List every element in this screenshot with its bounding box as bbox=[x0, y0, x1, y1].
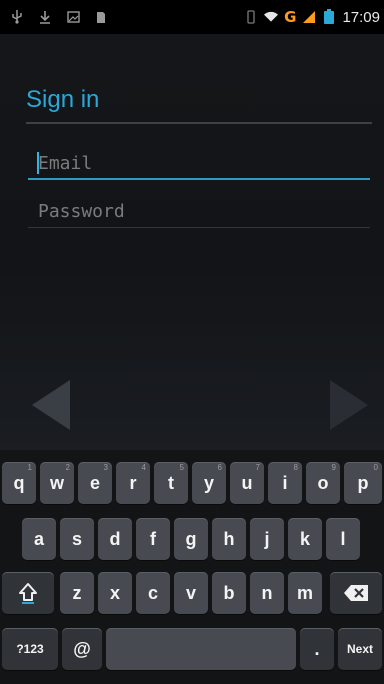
key-m[interactable]: m bbox=[288, 572, 322, 614]
key-hint: 3 bbox=[103, 463, 108, 472]
key-hint: 5 bbox=[179, 463, 184, 472]
next-key[interactable]: Next bbox=[338, 628, 382, 670]
key-s[interactable]: s bbox=[60, 518, 94, 560]
shift-key[interactable] bbox=[2, 572, 54, 614]
back-arrow-icon[interactable] bbox=[32, 380, 70, 430]
key-label: v bbox=[185, 582, 196, 603]
key-label: . bbox=[314, 638, 320, 659]
signal-icon bbox=[302, 10, 316, 24]
page-title: Sign in bbox=[26, 86, 100, 113]
key-label: k bbox=[299, 528, 310, 549]
key-label: u bbox=[241, 472, 253, 493]
password-underline bbox=[28, 227, 370, 228]
key-label: x bbox=[109, 582, 120, 603]
key-label: i bbox=[282, 472, 288, 493]
key-hint: 0 bbox=[373, 463, 378, 472]
soft-keyboard: q1 w2 e3 r4 t5 y6 u7 i8 o9 p0 a s d f g … bbox=[0, 450, 384, 684]
key-c[interactable]: c bbox=[136, 572, 170, 614]
battery-icon bbox=[322, 9, 336, 24]
key-label: b bbox=[223, 582, 235, 603]
key-label: a bbox=[33, 528, 44, 549]
key-label: f bbox=[150, 528, 156, 549]
key-v[interactable]: v bbox=[174, 572, 208, 614]
key-label: n bbox=[261, 582, 273, 603]
key-hint: 2 bbox=[65, 463, 70, 472]
key-label: j bbox=[264, 528, 270, 549]
key-o[interactable]: o9 bbox=[306, 462, 340, 504]
shift-icon bbox=[19, 583, 37, 604]
space-key[interactable] bbox=[106, 628, 296, 670]
key-label: q bbox=[13, 472, 25, 493]
text-cursor bbox=[37, 152, 39, 174]
key-label: g bbox=[185, 528, 197, 549]
key-j[interactable]: j bbox=[250, 518, 284, 560]
backspace-key[interactable] bbox=[330, 572, 382, 614]
key-a[interactable]: a bbox=[22, 518, 56, 560]
key-hint: 1 bbox=[27, 463, 32, 472]
key-label: d bbox=[109, 528, 121, 549]
key-d[interactable]: d bbox=[98, 518, 132, 560]
key-b[interactable]: b bbox=[212, 572, 246, 614]
key-label: o bbox=[317, 472, 329, 493]
key-label: e bbox=[89, 472, 100, 493]
usb-icon bbox=[10, 10, 24, 24]
key-t[interactable]: t5 bbox=[154, 462, 188, 504]
key-label: s bbox=[71, 528, 82, 549]
title-divider bbox=[26, 122, 372, 124]
image-icon bbox=[66, 10, 80, 24]
key-z[interactable]: z bbox=[60, 572, 94, 614]
key-q[interactable]: q1 bbox=[2, 462, 36, 504]
key-y[interactable]: y6 bbox=[192, 462, 226, 504]
key-label: z bbox=[72, 582, 82, 603]
key-u[interactable]: u7 bbox=[230, 462, 264, 504]
key-label: ?123 bbox=[16, 642, 44, 656]
key-f[interactable]: f bbox=[136, 518, 170, 560]
key-i[interactable]: i8 bbox=[268, 462, 302, 504]
key-hint: 4 bbox=[141, 463, 146, 472]
email-input[interactable] bbox=[28, 146, 370, 180]
key-label: Next bbox=[346, 642, 373, 656]
key-x[interactable]: x bbox=[98, 572, 132, 614]
key-hint: 6 bbox=[217, 463, 222, 472]
key-label: t bbox=[168, 472, 174, 493]
key-r[interactable]: r4 bbox=[116, 462, 150, 504]
forward-arrow-icon[interactable] bbox=[330, 380, 368, 430]
period-key[interactable]: . bbox=[300, 628, 334, 670]
key-label: h bbox=[223, 528, 235, 549]
key-w[interactable]: w2 bbox=[40, 462, 74, 504]
key-hint: 8 bbox=[293, 463, 298, 472]
key-p[interactable]: p0 bbox=[344, 462, 382, 504]
sdcard-icon bbox=[94, 10, 108, 24]
key-label: l bbox=[340, 528, 346, 549]
key-label: y bbox=[203, 472, 214, 493]
key-l[interactable]: l bbox=[326, 518, 360, 560]
email-underline bbox=[28, 178, 370, 180]
status-time: 17:09 bbox=[342, 8, 380, 26]
wifi-icon bbox=[264, 10, 279, 24]
key-label: r bbox=[129, 472, 137, 493]
key-hint: 7 bbox=[255, 463, 260, 472]
vibrate-icon bbox=[244, 10, 258, 24]
key-e[interactable]: e3 bbox=[78, 462, 112, 504]
key-label: p bbox=[357, 472, 369, 493]
status-bar: G 17:09 bbox=[0, 0, 384, 34]
key-hint: 9 bbox=[331, 463, 336, 472]
sign-in-screen: Sign in bbox=[0, 34, 384, 450]
key-g[interactable]: g bbox=[174, 518, 208, 560]
at-key[interactable]: @ bbox=[62, 628, 102, 670]
password-field[interactable] bbox=[28, 194, 370, 228]
key-label: w bbox=[49, 472, 64, 493]
key-h[interactable]: h bbox=[212, 518, 246, 560]
password-input[interactable] bbox=[28, 194, 370, 228]
key-k[interactable]: k bbox=[288, 518, 322, 560]
backspace-icon bbox=[344, 585, 368, 601]
numeric-key[interactable]: ?123 bbox=[2, 628, 58, 670]
key-label: m bbox=[296, 582, 313, 603]
network-type-label: G bbox=[284, 8, 297, 26]
email-field[interactable] bbox=[28, 146, 370, 180]
download-icon bbox=[38, 10, 52, 24]
key-n[interactable]: n bbox=[250, 572, 284, 614]
key-label: c bbox=[147, 582, 158, 603]
key-label: @ bbox=[73, 638, 91, 659]
